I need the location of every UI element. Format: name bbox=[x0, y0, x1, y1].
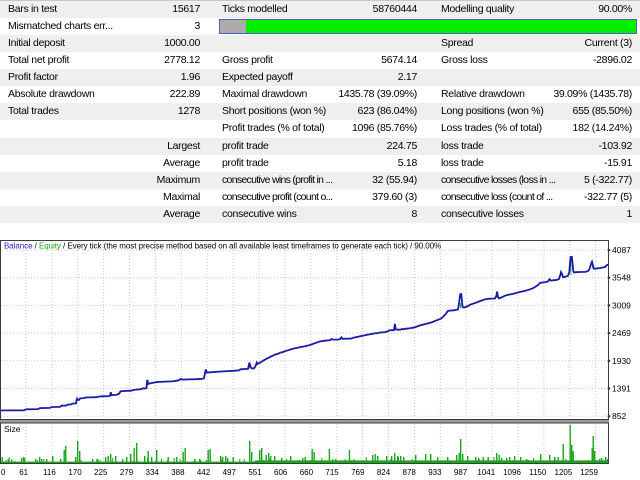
svg-text:1930: 1930 bbox=[612, 356, 631, 366]
svg-text:1096: 1096 bbox=[503, 468, 521, 477]
svg-text:1259: 1259 bbox=[580, 468, 598, 477]
svg-text:Balance / Equity / Every tick: Balance / Equity / Every tick (the most … bbox=[4, 242, 441, 251]
svg-text:987: 987 bbox=[454, 468, 468, 477]
svg-text:61: 61 bbox=[19, 468, 28, 477]
svg-text:3548: 3548 bbox=[612, 273, 631, 283]
svg-text:1041: 1041 bbox=[477, 468, 495, 477]
svg-text:878: 878 bbox=[403, 468, 417, 477]
svg-text:279: 279 bbox=[120, 468, 134, 477]
svg-text:4087: 4087 bbox=[612, 245, 631, 255]
svg-text:1150: 1150 bbox=[529, 468, 547, 477]
svg-text:334: 334 bbox=[146, 468, 160, 477]
svg-text:1391: 1391 bbox=[612, 384, 631, 394]
svg-text:388: 388 bbox=[171, 468, 185, 477]
svg-text:769: 769 bbox=[351, 468, 365, 477]
svg-text:933: 933 bbox=[428, 468, 442, 477]
svg-text:497: 497 bbox=[223, 468, 237, 477]
svg-text:824: 824 bbox=[377, 468, 391, 477]
svg-text:170: 170 bbox=[68, 468, 82, 477]
svg-text:2469: 2469 bbox=[612, 328, 631, 338]
svg-text:1205: 1205 bbox=[555, 468, 573, 477]
svg-text:3009: 3009 bbox=[612, 300, 631, 310]
svg-text:852: 852 bbox=[612, 411, 626, 421]
svg-text:116: 116 bbox=[43, 468, 56, 477]
svg-text:715: 715 bbox=[325, 468, 339, 477]
svg-text:606: 606 bbox=[274, 468, 288, 477]
svg-text:551: 551 bbox=[248, 468, 262, 477]
svg-text:Size: Size bbox=[4, 424, 21, 434]
svg-text:442: 442 bbox=[197, 468, 211, 477]
svg-text:225: 225 bbox=[94, 468, 108, 477]
svg-text:0: 0 bbox=[1, 468, 6, 477]
svg-text:660: 660 bbox=[300, 468, 314, 477]
